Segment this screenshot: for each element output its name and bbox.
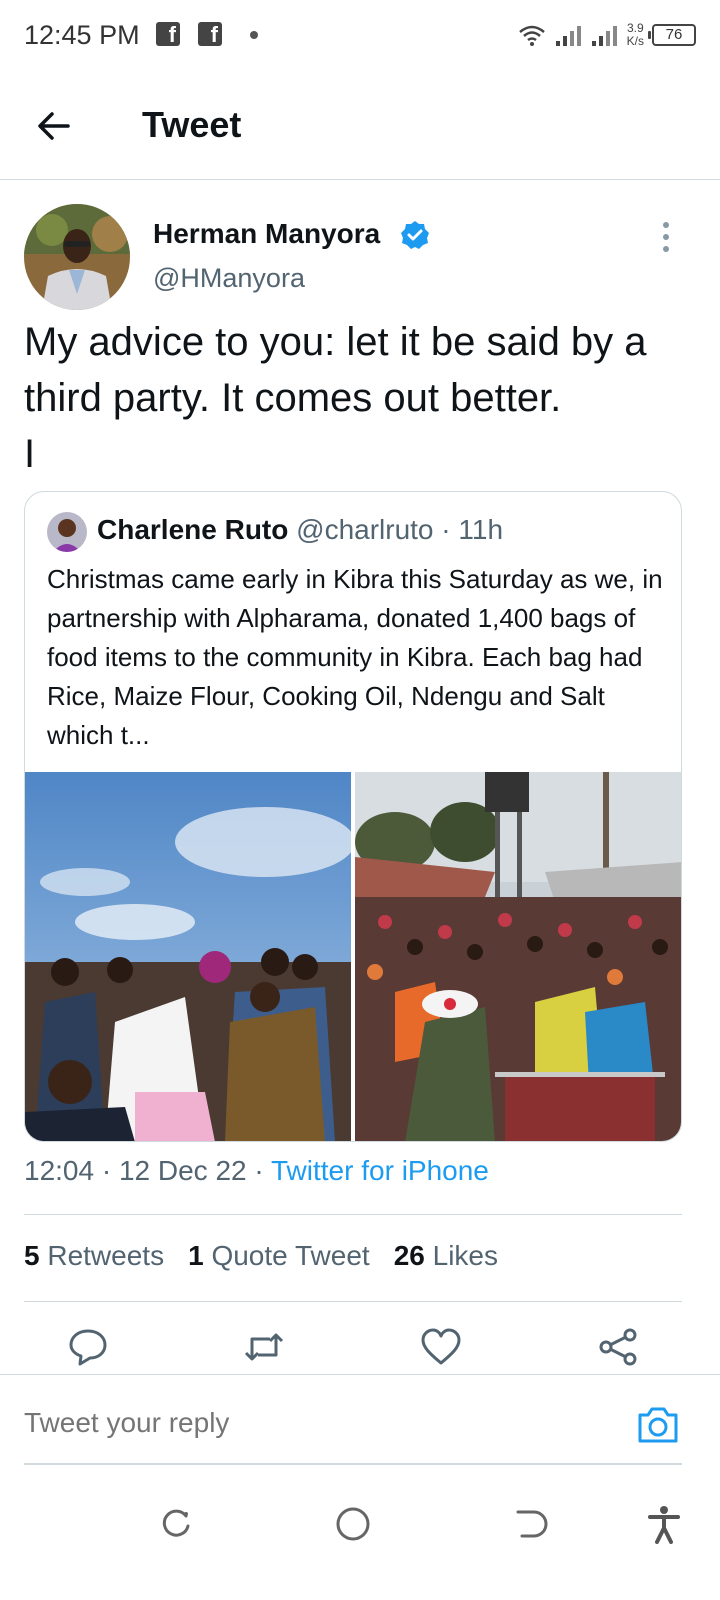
meta-separator: ·: [246, 1155, 271, 1186]
network-speed-unit: K/s: [626, 34, 644, 48]
facebook-icon: f: [156, 22, 180, 47]
quoted-photo[interactable]: [355, 772, 681, 1141]
facebook-icon: f: [198, 22, 222, 47]
status-bar: 12:45 PM f f 3.9 K/s 76: [0, 0, 720, 72]
reply-bar: [0, 1374, 720, 1466]
more-vertical-icon: [663, 222, 669, 252]
home-circle-icon: [336, 1507, 370, 1541]
more-options-button[interactable]: [656, 220, 676, 254]
likes-label: Likes: [432, 1240, 499, 1271]
quoted-tweet[interactable]: Charlene Ruto @charlruto · 11h Christmas…: [24, 491, 682, 1142]
retweets-label: Retweets: [47, 1240, 165, 1271]
notification-dot-icon: [250, 31, 258, 39]
quote-tweets-stat[interactable]: 1 Quote Tweet: [188, 1240, 370, 1272]
action-bar: [0, 1325, 720, 1373]
reply-icon: [69, 1329, 107, 1366]
quoted-author-name: Charlene Ruto: [97, 514, 289, 545]
page-title: Tweet: [142, 104, 242, 145]
battery-icon: 76: [648, 24, 696, 46]
signal-icon: [555, 26, 581, 46]
reply-input[interactable]: [24, 1407, 584, 1439]
avatar[interactable]: [24, 204, 130, 310]
arrow-left-icon: [38, 112, 70, 140]
camera-icon: [638, 1407, 678, 1443]
app-header: Tweet: [0, 72, 720, 180]
reply-button[interactable]: [66, 1325, 110, 1369]
tweet-meta: 12:04 · 12 Dec 22 · Twitter for iPhone: [24, 1155, 489, 1187]
status-time: 12:45 PM: [24, 20, 140, 50]
like-button[interactable]: [419, 1325, 463, 1369]
quote-tweets-label: Quote Tweet: [211, 1240, 370, 1271]
author-name[interactable]: Herman Manyora: [153, 218, 380, 250]
tweet-text: My advice to you: let it be said by a th…: [24, 320, 647, 476]
back-nav-button[interactable]: [510, 1504, 550, 1544]
tweet-stats: 5 Retweets 1 Quote Tweet 26 Likes: [24, 1240, 498, 1272]
quoted-separator: ·: [433, 514, 459, 545]
share-icon: [599, 1328, 637, 1366]
signal-icon: [591, 26, 617, 46]
quoted-author-handle: @charlruto: [296, 514, 434, 545]
accessibility-icon: [648, 1506, 680, 1544]
retweet-icon: [244, 1333, 284, 1361]
quoted-age: 11h: [458, 514, 504, 545]
recent-apps-button[interactable]: [156, 1504, 196, 1544]
likes-count: 26: [393, 1240, 425, 1271]
author-handle[interactable]: @HManyora: [153, 263, 305, 294]
system-nav-bar: [0, 1480, 720, 1600]
back-nav-icon: [516, 1510, 548, 1538]
retweets-count: 5: [24, 1240, 40, 1271]
camera-button[interactable]: [636, 1405, 680, 1445]
verified-badge-icon: [400, 220, 430, 250]
like-icon: [421, 1328, 461, 1365]
network-speed: 3.9 K/s: [627, 22, 644, 48]
retweets-stat[interactable]: 5 Retweets: [24, 1240, 164, 1272]
tweet-source-link[interactable]: Twitter for iPhone: [271, 1155, 489, 1186]
share-button[interactable]: [596, 1325, 640, 1369]
back-button[interactable]: [30, 104, 78, 148]
home-button[interactable]: [333, 1504, 373, 1544]
quoted-text: Christmas came early in Kibra this Satur…: [47, 564, 663, 750]
rotate-icon: [162, 1509, 190, 1537]
likes-stat[interactable]: 26 Likes: [394, 1240, 498, 1272]
quoted-photo[interactable]: [25, 772, 351, 1141]
meta-separator: ·: [94, 1155, 119, 1186]
quote-tweets-count: 1: [188, 1240, 204, 1271]
quoted-avatar: [47, 512, 87, 552]
tweet-date: 12 Dec 22: [118, 1155, 247, 1186]
reply-underline: [24, 1463, 682, 1465]
retweet-button[interactable]: [242, 1325, 286, 1369]
divider: [24, 1301, 682, 1302]
quoted-header: Charlene Ruto @charlruto · 11h: [97, 514, 503, 546]
tweet-time: 12:04: [24, 1155, 95, 1186]
accessibility-button[interactable]: [644, 1504, 684, 1544]
divider: [24, 1214, 682, 1215]
wifi-icon: [518, 25, 545, 46]
